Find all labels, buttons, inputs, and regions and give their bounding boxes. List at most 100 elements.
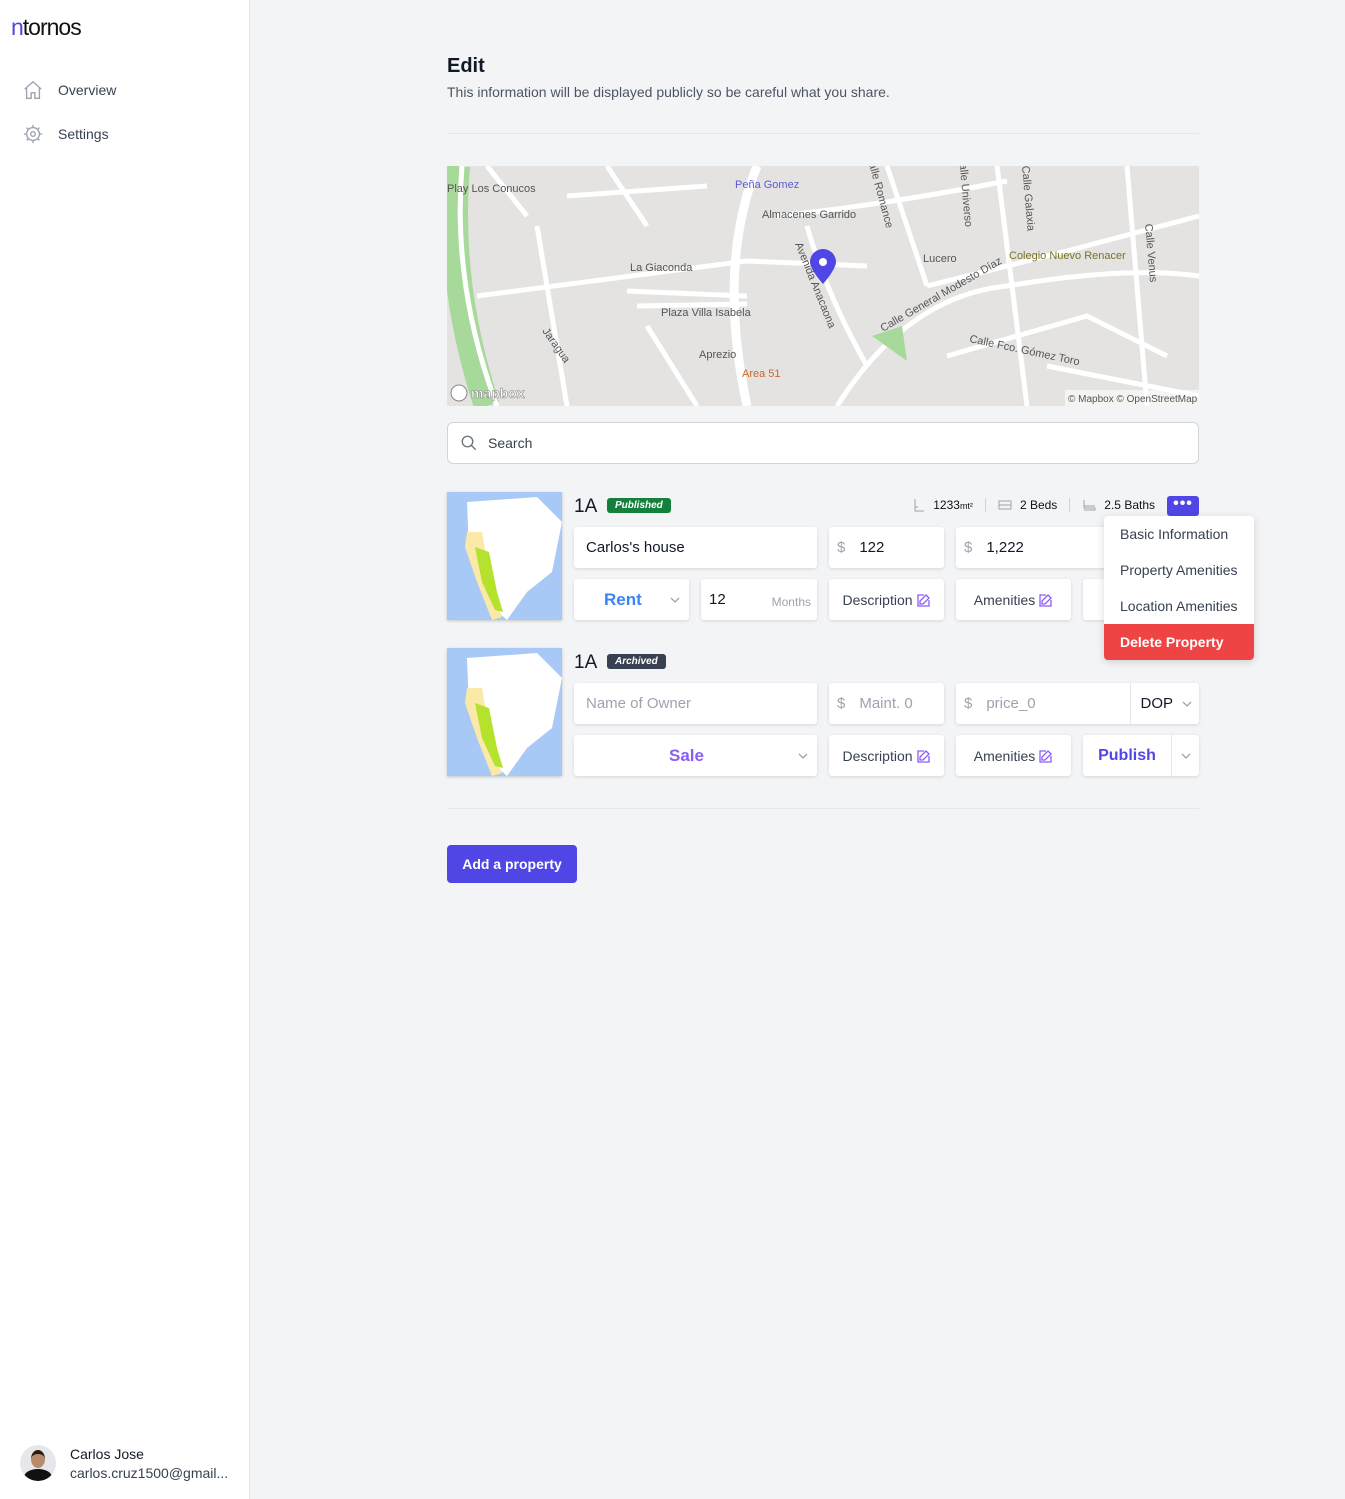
price-placeholder: price_0 (986, 695, 1036, 712)
map-label: Lucero (923, 253, 957, 265)
mapbox-logo-icon (450, 384, 468, 402)
map[interactable]: Play Los Conucos Peña Gomez Almacenes Ga… (447, 166, 1199, 406)
listing-type-select[interactable]: Rent (574, 579, 689, 620)
listing-type-value: Sale (669, 745, 704, 765)
bath-icon (1083, 500, 1096, 511)
avatar (20, 1445, 56, 1481)
divider (447, 808, 1199, 809)
maintenance-input[interactable]: $122 (829, 527, 944, 568)
more-options-button[interactable]: ••• (1167, 496, 1199, 516)
search-icon (461, 435, 477, 451)
map-label: Play Los Conucos (447, 183, 536, 195)
sidebar-item-overview[interactable]: Overview (22, 79, 116, 101)
sidebar: ntornos Overview Settings Carlos Jose car… (0, 0, 250, 1499)
area-value: 1233mt² (933, 498, 973, 512)
amenities-label: Amenities (973, 747, 1036, 764)
status-badge: Archived (607, 654, 666, 669)
description-button[interactable]: Description (829, 579, 944, 620)
map-label: Peña Gomez (735, 179, 799, 191)
amenities-button[interactable]: Amenities (956, 579, 1071, 620)
map-label: La Giaconda (630, 262, 693, 274)
logo-accent: n (11, 14, 24, 40)
property-unit: 1A (574, 652, 598, 673)
owner-name-input[interactable]: Name of Owner (574, 683, 817, 724)
map-attribution[interactable]: © Mapbox © OpenStreetMap (1068, 394, 1198, 405)
currency-symbol: $ (964, 695, 973, 712)
edit-icon (1039, 593, 1053, 607)
gear-icon (23, 124, 43, 144)
property-options-menu: Basic Information Property Amenities Loc… (1104, 516, 1254, 660)
search-bar[interactable] (447, 422, 1199, 464)
publish-options-button[interactable] (1171, 735, 1199, 776)
divider (447, 133, 1199, 134)
mapbox-logo[interactable]: mapbox (471, 385, 525, 402)
area-icon (914, 499, 925, 512)
property-unit: 1A (574, 496, 598, 517)
beds-value: 2 Beds (1019, 498, 1058, 512)
map-canvas[interactable]: Play Los Conucos Peña Gomez Almacenes Ga… (447, 166, 1199, 406)
owner-name-value: Carlos's house (586, 539, 685, 556)
page-subtitle: This information will be displayed publi… (447, 84, 890, 100)
user-name: Carlos Jose (70, 1445, 144, 1462)
publish-button[interactable]: Publish (1083, 747, 1171, 765)
user-profile[interactable]: Carlos Jose carlos.cruz1500@gmail... (20, 1445, 228, 1481)
baths-value: 2.5 Baths (1104, 498, 1155, 512)
maintenance-value: 122 (859, 539, 885, 556)
user-email: carlos.cruz1500@gmail... (70, 1464, 229, 1481)
sidebar-item-label: Settings (58, 126, 109, 142)
page-title: Edit (447, 55, 485, 77)
price-input[interactable]: $ price_0 DOP (956, 683, 1199, 724)
maintenance-placeholder: Maint. 0 (859, 695, 913, 712)
home-icon (24, 80, 42, 99)
menu-item-basic-information[interactable]: Basic Information (1104, 516, 1254, 552)
currency-symbol: $ (964, 539, 973, 556)
property-card: 1A Published 1233mt² 2 Beds 2.5 Baths ••… (447, 492, 1199, 620)
amenities-button[interactable]: Amenities (956, 735, 1071, 776)
logo[interactable]: ntornos (11, 14, 82, 41)
menu-item-property-amenities[interactable]: Property Amenities (1104, 552, 1254, 588)
listing-type-select[interactable]: Sale (574, 735, 817, 776)
menu-item-location-amenities[interactable]: Location Amenities (1104, 588, 1254, 624)
duration-unit: Months (771, 594, 811, 609)
map-label: Almacenes Garrido (762, 209, 856, 221)
map-label: Aprezio (699, 349, 736, 361)
duration-input[interactable]: 12 Months (701, 579, 817, 620)
property-thumbnail[interactable] (447, 492, 562, 620)
sidebar-item-label: Overview (58, 82, 117, 98)
chevron-down-icon (1181, 753, 1190, 759)
edit-icon (916, 749, 930, 763)
currency-symbol: $ (837, 695, 846, 712)
map-label: Colegio Nuevo Renacer (1009, 250, 1126, 262)
duration-value: 12 (709, 591, 726, 608)
edit-icon (916, 593, 930, 607)
property-thumbnail[interactable] (447, 648, 562, 776)
currency-select[interactable]: DOP (1130, 683, 1199, 724)
logo-text: tornos (22, 14, 82, 40)
description-button[interactable]: Description (829, 735, 944, 776)
map-label: Calle Galaxia (1019, 166, 1037, 232)
currency-symbol: $ (837, 539, 846, 556)
description-label: Description (842, 747, 913, 764)
chevron-down-icon (670, 597, 680, 603)
search-input[interactable] (488, 435, 1198, 451)
chevron-down-icon (798, 753, 808, 759)
map-label: Calle Universo (956, 166, 974, 228)
map-label: Plaza Villa Isabela (661, 307, 752, 319)
property-card: 1A Archived Name of Owner $ Maint. 0 $ pri… (447, 648, 1199, 776)
owner-name-placeholder: Name of Owner (586, 695, 692, 712)
add-property-button[interactable]: Add a property (447, 845, 577, 883)
amenities-label: Amenities (973, 591, 1036, 608)
listing-type-value: Rent (604, 589, 642, 609)
sidebar-item-settings[interactable]: Settings (22, 123, 109, 145)
edit-icon (1039, 749, 1053, 763)
maintenance-input[interactable]: $ Maint. 0 (829, 683, 944, 724)
bed-icon (998, 500, 1012, 510)
status-badge: Published (607, 498, 671, 513)
map-label: Calle General Modesto Díaz (879, 255, 1005, 334)
owner-name-input[interactable]: Carlos's house (574, 527, 817, 568)
price-value: 1,222 (986, 539, 1024, 556)
publish-split-button: Publish (1083, 735, 1199, 776)
menu-item-delete-property[interactable]: Delete Property (1104, 624, 1254, 660)
currency-value: DOP (1140, 695, 1173, 712)
property-stats: 1233mt² 2 Beds 2.5 Baths (913, 498, 1155, 512)
